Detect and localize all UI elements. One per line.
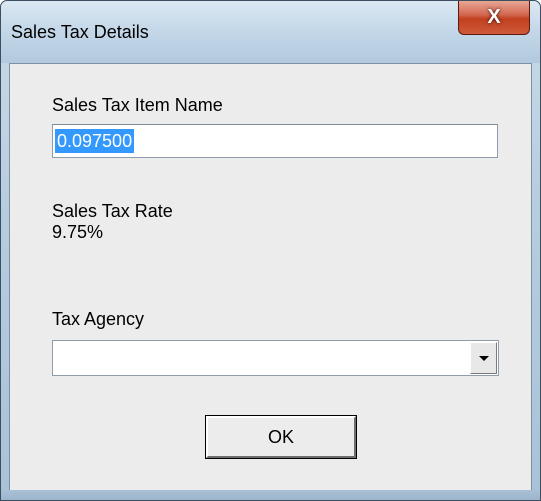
dialog-window: Sales Tax Details X Sales Tax Item Name … — [0, 0, 541, 501]
chevron-down-icon — [478, 355, 489, 361]
tax-rate-label: Sales Tax Rate — [52, 201, 173, 221]
tax-agency-label: Tax Agency — [52, 309, 145, 329]
dropdown-button[interactable] — [470, 342, 497, 374]
close-icon: X — [487, 6, 501, 28]
window-title: Sales Tax Details — [11, 22, 149, 42]
item-name-input[interactable]: 0.097500 — [52, 124, 498, 158]
dialog-body: Sales Tax Item Name 0.097500 Sales Tax R… — [9, 63, 532, 491]
tax-agency-select[interactable] — [52, 340, 499, 376]
window-bottom-border — [1, 490, 540, 500]
item-name-label: Sales Tax Item Name — [52, 95, 223, 115]
item-name-selected-text: 0.097500 — [55, 129, 135, 153]
title-bar[interactable]: Sales Tax Details X — [1, 1, 540, 63]
close-button[interactable]: X — [458, 1, 530, 35]
ok-button[interactable]: OK — [205, 415, 357, 459]
tax-rate-value: 9.75% — [52, 222, 104, 242]
